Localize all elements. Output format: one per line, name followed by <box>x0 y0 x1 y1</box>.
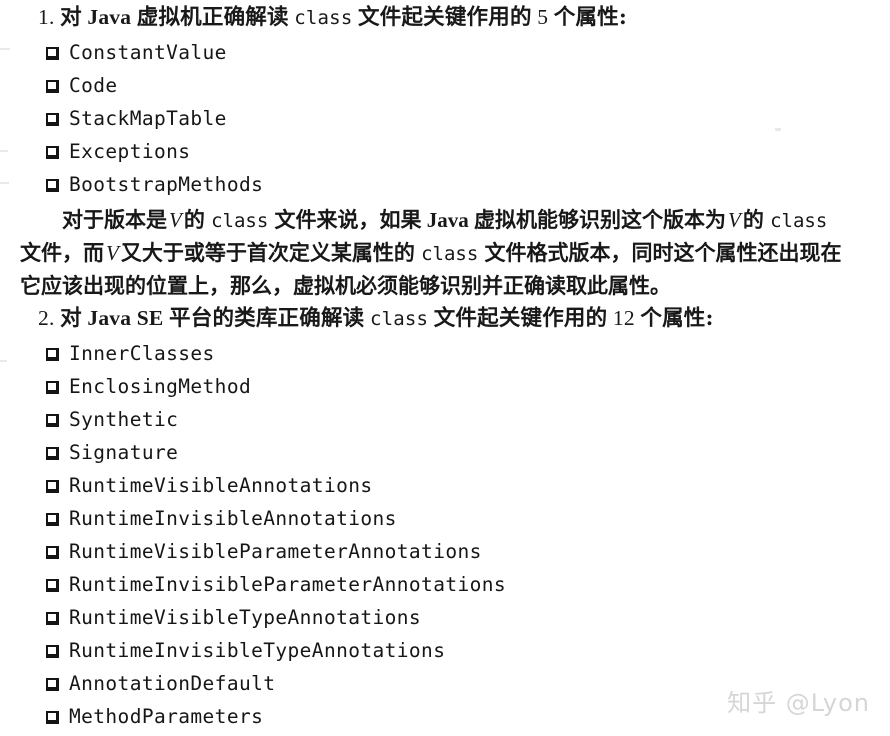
checklist-item[interactable]: InnerClasses <box>46 341 215 367</box>
text-run: Java SE <box>87 306 164 330</box>
checklist-item-label: Exceptions <box>69 140 191 163</box>
checklist-item-label: BootstrapMethods <box>69 173 264 196</box>
text-run: 个属性: <box>553 5 628 30</box>
checklist-item-label: Signature <box>69 441 179 464</box>
checklist-item[interactable]: Exceptions <box>46 139 190 165</box>
checkbox-icon[interactable] <box>46 677 59 691</box>
text-run: Java <box>426 208 469 232</box>
checkbox-icon[interactable] <box>46 413 59 427</box>
checkbox-icon[interactable] <box>46 46 59 60</box>
paragraph-line: 文件，而V又大于或等于首次定义某属性的 class 文件格式版本，同时这个属性还… <box>20 236 878 269</box>
checklist-item[interactable]: ConstantValue <box>46 40 227 66</box>
checklist-item[interactable]: RuntimeInvisibleTypeAnnotations <box>46 638 445 664</box>
checklist-item-label: RuntimeInvisibleParameterAnnotations <box>69 573 507 596</box>
scan-artifact <box>0 360 7 362</box>
checklist-item-label: InnerClasses <box>69 342 215 365</box>
text-run: 虚拟机正确解读 <box>136 5 289 30</box>
checklist-item-label: RuntimeInvisibleAnnotations <box>69 507 397 530</box>
scan-artifact <box>775 128 781 131</box>
checklist-item[interactable]: EnclosingMethod <box>46 374 251 400</box>
text-run: 个属性: <box>640 306 714 331</box>
text-run: 文件起关键作用的 <box>358 5 532 30</box>
scan-artifact <box>0 48 10 50</box>
text-run: 它应该出现的位置上，那么，虚拟机必须能够识别并正确读取此属性。 <box>20 273 671 298</box>
text-run: 对 <box>60 306 82 331</box>
text-run: V <box>169 208 182 232</box>
text-run: 对 <box>60 5 82 30</box>
text-run: 文件来说，如果 <box>274 207 422 232</box>
text-run: class <box>421 243 479 265</box>
body-paragraph: 对于版本是V的 class 文件来说，如果 Java 虚拟机能够识别这个版本为V… <box>20 203 878 302</box>
checkbox-icon[interactable] <box>46 545 59 559</box>
checklist-item[interactable]: StackMapTable <box>46 106 227 132</box>
scan-artifact <box>0 182 9 184</box>
text-run: class <box>770 210 828 232</box>
checkbox-icon[interactable] <box>46 644 59 658</box>
text-run: 文件，而 <box>20 240 104 265</box>
checkbox-icon[interactable] <box>46 512 59 526</box>
checkbox-icon[interactable] <box>46 611 59 625</box>
checkbox-icon[interactable] <box>46 79 59 93</box>
section-heading-2: 2. 对 Java SE 平台的类库正确解读 class 文件起关键作用的 12… <box>38 303 714 334</box>
checklist-item[interactable]: RuntimeVisibleTypeAnnotations <box>46 605 421 631</box>
checkbox-icon[interactable] <box>46 347 59 361</box>
checklist-item-label: Synthetic <box>69 408 179 431</box>
text-run: 5 <box>537 5 549 29</box>
text-run: Java <box>87 5 132 29</box>
checklist-item[interactable]: Code <box>46 73 118 99</box>
text-run: 虚拟机能够识别这个版本为 <box>474 207 727 232</box>
checkbox-icon[interactable] <box>46 710 59 724</box>
text-run: V <box>728 208 741 232</box>
text-run: 文件格式版本，同时这个属性还出现在 <box>484 240 842 265</box>
paragraph-line: 对于版本是V的 class 文件来说，如果 Java 虚拟机能够识别这个版本为V… <box>20 203 878 236</box>
checklist-item-label: Code <box>69 74 118 97</box>
text-run: 又大于或等于首次定义某属性的 <box>120 240 415 265</box>
scan-artifact <box>0 150 8 152</box>
checkbox-icon[interactable] <box>46 112 59 126</box>
text-run: class <box>211 210 269 232</box>
checkbox-icon[interactable] <box>46 578 59 592</box>
checklist-item-label: RuntimeVisibleTypeAnnotations <box>69 606 422 629</box>
checklist-item-label: RuntimeVisibleAnnotations <box>69 474 373 497</box>
paragraph-line: 它应该出现的位置上，那么，虚拟机必须能够识别并正确读取此属性。 <box>20 269 878 302</box>
checklist-item[interactable]: Signature <box>46 440 178 466</box>
checklist-item-label: RuntimeVisibleParameterAnnotations <box>69 540 482 563</box>
checkbox-icon[interactable] <box>46 145 59 159</box>
checklist-item[interactable]: RuntimeInvisibleParameterAnnotations <box>46 572 506 598</box>
checkbox-icon[interactable] <box>46 178 59 192</box>
checklist-item-label: ConstantValue <box>69 41 227 64</box>
text-run: 对于版本是 <box>62 207 167 232</box>
text-run: 的 <box>742 207 764 232</box>
section-number: 1. <box>38 5 61 29</box>
checklist-item[interactable]: MethodParameters <box>46 704 263 730</box>
text-run: class <box>294 7 353 29</box>
text-run: V <box>106 241 119 265</box>
section-heading-1: 1. 对 Java 虚拟机正确解读 class 文件起关键作用的 5 个属性: <box>38 2 627 33</box>
checklist-item-label: RuntimeInvisibleTypeAnnotations <box>69 639 446 662</box>
checklist-item[interactable]: Synthetic <box>46 407 178 433</box>
checklist-item[interactable]: RuntimeVisibleAnnotations <box>46 473 373 499</box>
checklist-item-label: MethodParameters <box>69 705 264 728</box>
checkbox-icon[interactable] <box>46 479 59 493</box>
checklist-item[interactable]: BootstrapMethods <box>46 172 263 198</box>
document-page: 1. 对 Java 虚拟机正确解读 class 文件起关键作用的 5 个属性: … <box>0 0 890 736</box>
section-number: 2. <box>38 306 61 330</box>
text-run: 文件起关键作用的 <box>433 306 608 331</box>
text-run: 平台的类库正确解读 <box>169 306 365 331</box>
text-run: 的 <box>183 207 205 232</box>
text-run: class <box>369 308 429 330</box>
checkbox-icon[interactable] <box>46 446 59 460</box>
checklist-item-label: EnclosingMethod <box>69 375 252 398</box>
checklist-item[interactable]: RuntimeVisibleParameterAnnotations <box>46 539 482 565</box>
text-run: 12 <box>612 306 635 330</box>
watermark: 知乎 @Lyon <box>727 689 870 717</box>
checklist-item[interactable]: RuntimeInvisibleAnnotations <box>46 506 397 532</box>
checklist-item-label: AnnotationDefault <box>69 672 276 695</box>
checklist-item-label: StackMapTable <box>69 107 227 130</box>
checklist-item[interactable]: AnnotationDefault <box>46 671 275 697</box>
checkbox-icon[interactable] <box>46 380 59 394</box>
